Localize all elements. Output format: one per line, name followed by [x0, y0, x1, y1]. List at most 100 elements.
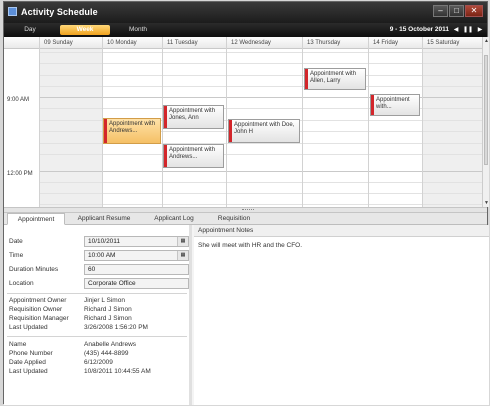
column-line: [422, 49, 423, 207]
appointment-owner-row: Appointment Owner Jinjer L Simon: [9, 297, 125, 304]
slot-line: [39, 75, 482, 76]
date-field[interactable]: 10/10/2011 ▦: [84, 236, 189, 247]
notes-text[interactable]: She will meet with HR and the CFO.: [198, 242, 302, 249]
info-value: Jinjer L Simon: [84, 297, 125, 304]
calendar-icon[interactable]: ▦: [177, 251, 188, 260]
date-label: Date: [9, 238, 23, 245]
column-line: [368, 49, 369, 207]
location-field[interactable]: Corporate Office: [84, 278, 189, 289]
appointment-fields-pane: Date 10/10/2011 ▦ Time 10:00 AM ▦ Durati…: [4, 225, 192, 405]
appointment-jones-ann[interactable]: Appointment with Jones, Ann: [163, 105, 224, 129]
day-header-wednesday[interactable]: 12 Wednesday: [226, 37, 302, 49]
splitter-grip-icon[interactable]: [242, 209, 254, 211]
requisition-owner-row: Requisition Owner Richard J Simon: [9, 306, 132, 313]
window-title: Activity Schedule: [21, 7, 98, 17]
slot-line: [39, 63, 482, 64]
appointment-doe-john[interactable]: Appointment with Doe, John H: [228, 119, 300, 143]
duration-field[interactable]: 60: [84, 264, 189, 275]
scroll-up-icon[interactable]: ▲: [483, 37, 489, 45]
slot-line: [39, 52, 482, 53]
slot-line: [39, 86, 482, 87]
calendar-icon[interactable]: ▦: [177, 237, 188, 246]
slot-line: [39, 182, 482, 183]
day-header-monday[interactable]: 10 Monday: [102, 37, 162, 49]
next-week-button[interactable]: ▶: [475, 25, 485, 35]
appointment-andrews[interactable]: Appointment with Andrews...: [163, 144, 224, 168]
info-value: (435) 444-8899: [84, 350, 129, 357]
notes-pane: Appointment Notes She will meet with HR …: [194, 225, 489, 405]
column-line: [39, 49, 40, 207]
time-label-12pm: 12:00 PM: [7, 171, 33, 177]
view-toolbar: Day Week Month 9 - 15 October 2011 ◀ ❚❚ …: [4, 23, 487, 37]
info-key: Name: [9, 341, 27, 348]
info-key: Requisition Owner: [9, 306, 63, 313]
info-key: Date Applied: [9, 359, 46, 366]
notes-header: Appointment Notes: [194, 225, 489, 237]
column-line: [226, 49, 227, 207]
appointment-friday[interactable]: Appointment with...: [370, 94, 420, 116]
day-header-friday[interactable]: 14 Friday: [368, 37, 422, 49]
activity-schedule-window: Activity Schedule – □ ✕ Day Week Month 9…: [3, 1, 489, 405]
column-line: [302, 49, 303, 207]
slot-line: [39, 154, 482, 155]
title-bar: Activity Schedule – □ ✕: [4, 2, 487, 23]
info-key: Requisition Manager: [9, 315, 69, 322]
tab-applicant-resume[interactable]: Applicant Resume: [70, 213, 138, 225]
info-value: 3/26/2008 1:56:20 PM: [84, 324, 148, 331]
applicant-last-updated-row: Last Updated 10/8/2011 10:44:55 AM: [9, 368, 151, 375]
maximize-button[interactable]: □: [449, 5, 464, 17]
info-key: Phone Number: [9, 350, 53, 357]
requisition-manager-row: Requisition Manager Richard J Simon: [9, 315, 132, 322]
tab-appointment[interactable]: Appointment: [7, 213, 65, 225]
date-value: 10/10/2011: [88, 238, 121, 245]
week-calendar: 09 Sunday 10 Monday 11 Tuesday 12 Wednes…: [4, 37, 489, 207]
day-header-thursday[interactable]: 13 Thursday: [302, 37, 368, 49]
time-label: Time: [9, 252, 24, 259]
day-header-saturday[interactable]: 15 Saturday: [422, 37, 482, 49]
appointment-allen-larry[interactable]: Appointment with Allen, Larry: [304, 68, 366, 90]
minimize-button[interactable]: –: [433, 5, 448, 17]
appointment-andrews-selected[interactable]: Appointment with Andrews...: [103, 118, 161, 144]
window-controls: – □ ✕: [433, 5, 483, 17]
info-key: Last Updated: [9, 368, 48, 375]
info-value: Richard J Simon: [84, 315, 132, 322]
slot-line: [39, 193, 482, 194]
tab-requisition[interactable]: Requisition: [209, 213, 259, 225]
time-field[interactable]: 10:00 AM ▦: [84, 250, 189, 261]
day-header-tuesday[interactable]: 11 Tuesday: [162, 37, 226, 49]
detail-tabs: Appointment Applicant Resume Applicant L…: [4, 213, 487, 225]
weekend-column-saturday: [422, 49, 482, 207]
info-value: Anabelle Andrews: [84, 341, 137, 348]
appointment-detail: Date 10/10/2011 ▦ Time 10:00 AM ▦ Durati…: [4, 225, 489, 405]
fields-scrollbar[interactable]: [189, 225, 192, 405]
time-gutter: 9:00 AM 12:00 PM: [4, 49, 39, 207]
view-tab-day[interactable]: Day: [6, 25, 54, 35]
info-value: 6/12/2009: [84, 359, 113, 366]
applicant-phone-row: Phone Number (435) 444-8899: [9, 350, 128, 357]
calendar-scrollbar[interactable]: ▲ ▼: [482, 37, 489, 207]
scroll-down-icon[interactable]: ▼: [483, 199, 489, 207]
time-value: 10:00 AM: [88, 252, 116, 259]
view-tab-month[interactable]: Month: [114, 25, 162, 35]
section-divider: [7, 336, 187, 337]
duration-value: 60: [88, 266, 96, 273]
location-label: Location: [9, 280, 34, 287]
info-key: Appointment Owner: [9, 297, 67, 304]
scroll-thumb[interactable]: [484, 55, 488, 165]
date-applied-row: Date Applied 6/12/2009: [9, 359, 113, 366]
day-header-row: 09 Sunday 10 Monday 11 Tuesday 12 Wednes…: [4, 37, 489, 49]
schedule-icon: [8, 7, 17, 16]
day-header-sunday[interactable]: 09 Sunday: [39, 37, 102, 49]
section-divider: [7, 293, 187, 294]
slot-line-hour: [39, 171, 482, 172]
close-button[interactable]: ✕: [465, 5, 483, 17]
view-tab-week[interactable]: Week: [60, 25, 110, 35]
location-value: Corporate Office: [88, 280, 136, 287]
previous-week-button[interactable]: ◀: [451, 25, 461, 35]
tab-applicant-log[interactable]: Applicant Log: [144, 213, 204, 225]
slot-line: [39, 204, 482, 205]
date-range-label: 9 - 15 October 2011: [389, 26, 449, 33]
info-key: Last Updated: [9, 324, 48, 331]
time-slot-grid[interactable]: Appointment with Allen, Larry Appointmen…: [39, 49, 482, 207]
pause-button[interactable]: ❚❚: [463, 25, 473, 35]
